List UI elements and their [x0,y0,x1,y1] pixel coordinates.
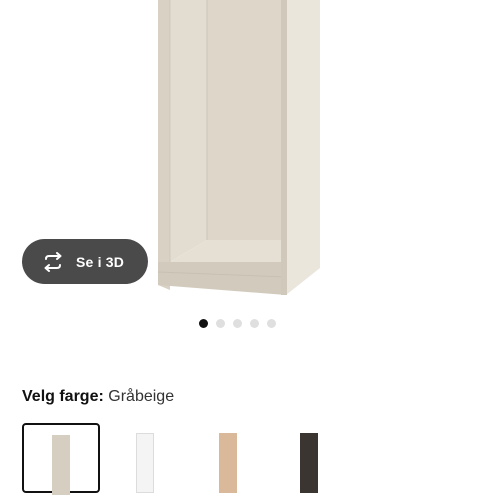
color-heading: Velg farge: Gråbeige [22,387,174,407]
carousel-dot[interactable] [216,319,225,328]
carousel-dot[interactable] [199,319,208,328]
color-swatch-grabeige[interactable] [22,423,100,495]
carousel-dot[interactable] [267,319,276,328]
swatch-thumbnail [52,435,70,495]
carousel-dot[interactable] [250,319,259,328]
swatch-thumbnail [300,433,318,493]
color-value: Gråbeige [108,388,175,405]
color-swatch-oak[interactable] [199,423,277,493]
swatch-thumbnail [136,433,154,493]
swatch-thumbnail [219,433,237,493]
rotate-3d-icon [40,251,66,272]
color-swatch-black-brown[interactable] [282,423,360,493]
color-swatch-white[interactable] [114,423,192,493]
color-label: Velg farge: [22,388,104,405]
carousel-dot[interactable] [233,319,242,328]
carousel-indicator [199,319,276,328]
view-3d-button[interactable]: Se i 3D [22,239,148,284]
view-3d-label: Se i 3D [76,253,125,270]
